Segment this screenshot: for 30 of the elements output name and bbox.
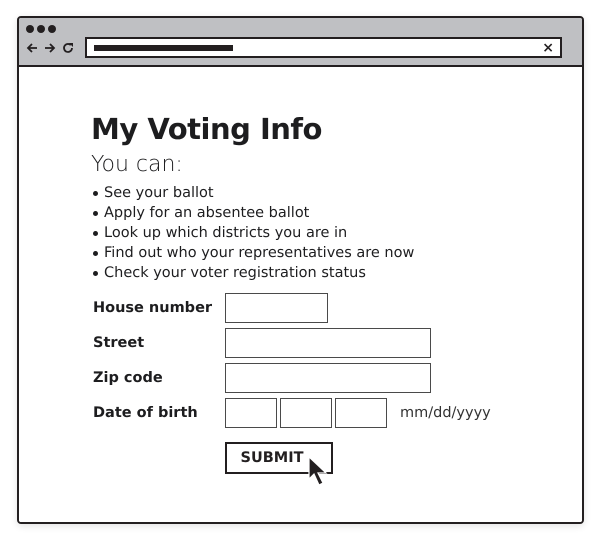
list-item: Find out who your representatives are now <box>104 244 414 263</box>
year-field[interactable] <box>335 398 387 428</box>
bullet-icon <box>93 230 98 236</box>
list-item: Look up which districts you are in <box>104 224 348 243</box>
bullet-icon <box>93 210 98 216</box>
bullet-icon <box>93 270 98 276</box>
forward-arrow-icon[interactable] <box>44 42 56 54</box>
month-field[interactable] <box>225 398 277 428</box>
field-label: Street <box>92 335 146 351</box>
field-label: Date of birth <box>92 405 199 421</box>
list-item: See your ballot <box>104 184 214 203</box>
reload-icon[interactable] <box>62 42 74 54</box>
address-bar[interactable]: × <box>85 37 562 58</box>
input-field[interactable] <box>225 363 431 393</box>
field-label: Zip code <box>92 370 164 386</box>
list-item: Apply for an absentee ballot <box>104 204 310 223</box>
clear-button[interactable]: × <box>542 40 554 54</box>
page-title: My Voting Info <box>91 111 323 147</box>
input-field[interactable] <box>225 293 328 323</box>
bullet-icon <box>93 250 98 256</box>
field-label: House number <box>92 300 214 316</box>
back-arrow-icon[interactable] <box>26 42 38 54</box>
input-field[interactable] <box>225 328 431 358</box>
date-format-hint: mm/dd/yyyy <box>400 405 491 421</box>
submit-button[interactable]: SUBMIT <box>225 442 333 474</box>
subtitle: You can: <box>91 151 184 179</box>
bullet-icon <box>93 190 98 196</box>
day-field[interactable] <box>280 398 332 428</box>
window-dots-icon <box>26 24 56 34</box>
list-item: Check your voter registration status <box>104 264 366 283</box>
